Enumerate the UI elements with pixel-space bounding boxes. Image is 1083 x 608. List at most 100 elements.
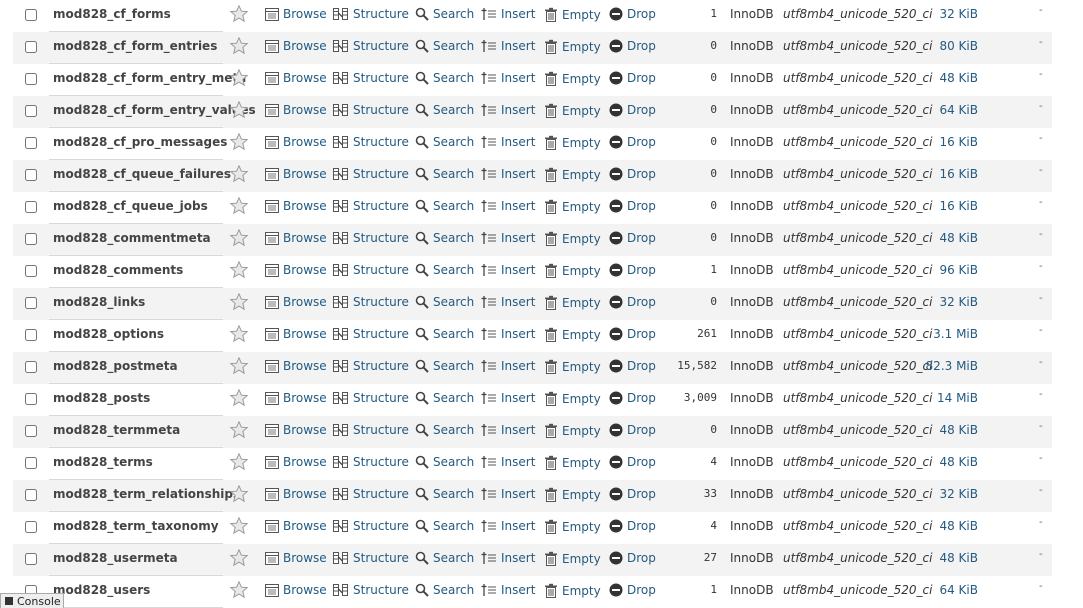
table-size[interactable]: 48 KiB <box>921 231 978 245</box>
search-button[interactable]: Search <box>415 455 474 469</box>
structure-button[interactable]: Structure <box>333 263 409 277</box>
browse-button[interactable]: Browse <box>265 167 327 181</box>
collation[interactable]: utf8mb4_unicode_520_ci <box>783 423 932 437</box>
browse-button[interactable]: Browse <box>265 7 327 21</box>
table-size[interactable]: 16 KiB <box>921 135 978 149</box>
empty-button[interactable]: Empty <box>544 519 601 534</box>
insert-button[interactable]: Insert <box>481 39 535 53</box>
search-button[interactable]: Search <box>415 231 474 245</box>
empty-button[interactable]: Empty <box>544 135 601 150</box>
table-size[interactable]: 32 KiB <box>921 295 978 309</box>
row-checkbox[interactable] <box>25 201 37 213</box>
table-name-link[interactable]: mod828_term_taxonomy <box>53 519 219 533</box>
structure-button[interactable]: Structure <box>333 7 409 21</box>
collation[interactable]: utf8mb4_unicode_520_ci <box>783 231 932 245</box>
insert-button[interactable]: Insert <box>481 263 535 277</box>
table-size[interactable]: 3.1 MiB <box>921 327 978 341</box>
collation[interactable]: utf8mb4_unicode_520_ci <box>783 359 932 373</box>
table-name-link[interactable]: mod828_cf_forms <box>53 7 171 21</box>
search-button[interactable]: Search <box>415 359 474 373</box>
browse-button[interactable]: Browse <box>265 39 327 53</box>
browse-button[interactable]: Browse <box>265 295 327 309</box>
star-icon[interactable] <box>229 36 249 56</box>
console-tab[interactable]: Console <box>0 593 64 608</box>
star-icon[interactable] <box>229 388 249 408</box>
insert-button[interactable]: Insert <box>481 487 535 501</box>
browse-button[interactable]: Browse <box>265 263 327 277</box>
structure-button[interactable]: Structure <box>333 455 409 469</box>
browse-button[interactable]: Browse <box>265 423 327 437</box>
insert-button[interactable]: Insert <box>481 327 535 341</box>
star-icon[interactable] <box>229 580 249 600</box>
empty-button[interactable]: Empty <box>544 263 601 278</box>
structure-button[interactable]: Structure <box>333 199 409 213</box>
insert-button[interactable]: Insert <box>481 455 535 469</box>
table-size[interactable]: 16 KiB <box>921 199 978 213</box>
empty-button[interactable]: Empty <box>544 39 601 54</box>
structure-button[interactable]: Structure <box>333 359 409 373</box>
structure-button[interactable]: Structure <box>333 231 409 245</box>
row-checkbox[interactable] <box>25 329 37 341</box>
structure-button[interactable]: Structure <box>333 519 409 533</box>
browse-button[interactable]: Browse <box>265 103 327 117</box>
table-size[interactable]: 80 KiB <box>921 39 978 53</box>
star-icon[interactable] <box>229 324 249 344</box>
row-checkbox[interactable] <box>25 169 37 181</box>
table-name-link[interactable]: mod828_commentmeta <box>53 231 211 245</box>
collation[interactable]: utf8mb4_unicode_520_ci <box>783 391 932 405</box>
collation[interactable]: utf8mb4_unicode_520_ci <box>783 583 932 597</box>
table-size[interactable]: 48 KiB <box>921 423 978 437</box>
search-button[interactable]: Search <box>415 263 474 277</box>
row-checkbox[interactable] <box>25 457 37 469</box>
insert-button[interactable]: Insert <box>481 423 535 437</box>
row-checkbox[interactable] <box>25 553 37 565</box>
browse-button[interactable]: Browse <box>265 583 327 597</box>
star-icon[interactable] <box>229 228 249 248</box>
row-checkbox[interactable] <box>25 105 37 117</box>
insert-button[interactable]: Insert <box>481 295 535 309</box>
browse-button[interactable]: Browse <box>265 551 327 565</box>
table-name-link[interactable]: mod828_cf_form_entry_values <box>53 103 256 117</box>
collation[interactable]: utf8mb4_unicode_520_ci <box>783 135 932 149</box>
table-size[interactable]: 82.3 MiB <box>921 359 978 373</box>
table-name-link[interactable]: mod828_comments <box>53 263 183 277</box>
row-checkbox[interactable] <box>25 9 37 21</box>
browse-button[interactable]: Browse <box>265 199 327 213</box>
empty-button[interactable]: Empty <box>544 359 601 374</box>
table-name-link[interactable]: mod828_options <box>53 327 164 341</box>
empty-button[interactable]: Empty <box>544 551 601 566</box>
insert-button[interactable]: Insert <box>481 359 535 373</box>
structure-button[interactable]: Structure <box>333 103 409 117</box>
structure-button[interactable]: Structure <box>333 39 409 53</box>
browse-button[interactable]: Browse <box>265 455 327 469</box>
insert-button[interactable]: Insert <box>481 391 535 405</box>
structure-button[interactable]: Structure <box>333 135 409 149</box>
structure-button[interactable]: Structure <box>333 551 409 565</box>
insert-button[interactable]: Insert <box>481 167 535 181</box>
browse-button[interactable]: Browse <box>265 391 327 405</box>
row-checkbox[interactable] <box>25 73 37 85</box>
star-icon[interactable] <box>229 68 249 88</box>
browse-button[interactable]: Browse <box>265 71 327 85</box>
search-button[interactable]: Search <box>415 519 474 533</box>
star-icon[interactable] <box>229 4 249 24</box>
table-size[interactable]: 16 KiB <box>921 167 978 181</box>
star-icon[interactable] <box>229 100 249 120</box>
search-button[interactable]: Search <box>415 487 474 501</box>
collation[interactable]: utf8mb4_unicode_520_ci <box>783 167 932 181</box>
table-size[interactable]: 14 MiB <box>921 391 978 405</box>
insert-button[interactable]: Insert <box>481 199 535 213</box>
insert-button[interactable]: Insert <box>481 551 535 565</box>
search-button[interactable]: Search <box>415 583 474 597</box>
insert-button[interactable]: Insert <box>481 7 535 21</box>
table-name-link[interactable]: mod828_cf_form_entries <box>53 39 217 53</box>
empty-button[interactable]: Empty <box>544 199 601 214</box>
empty-button[interactable]: Empty <box>544 7 601 22</box>
row-checkbox[interactable] <box>25 297 37 309</box>
table-name-link[interactable]: mod828_users <box>53 583 150 597</box>
insert-button[interactable]: Insert <box>481 519 535 533</box>
search-button[interactable]: Search <box>415 7 474 21</box>
structure-button[interactable]: Structure <box>333 295 409 309</box>
row-checkbox[interactable] <box>25 265 37 277</box>
insert-button[interactable]: Insert <box>481 135 535 149</box>
